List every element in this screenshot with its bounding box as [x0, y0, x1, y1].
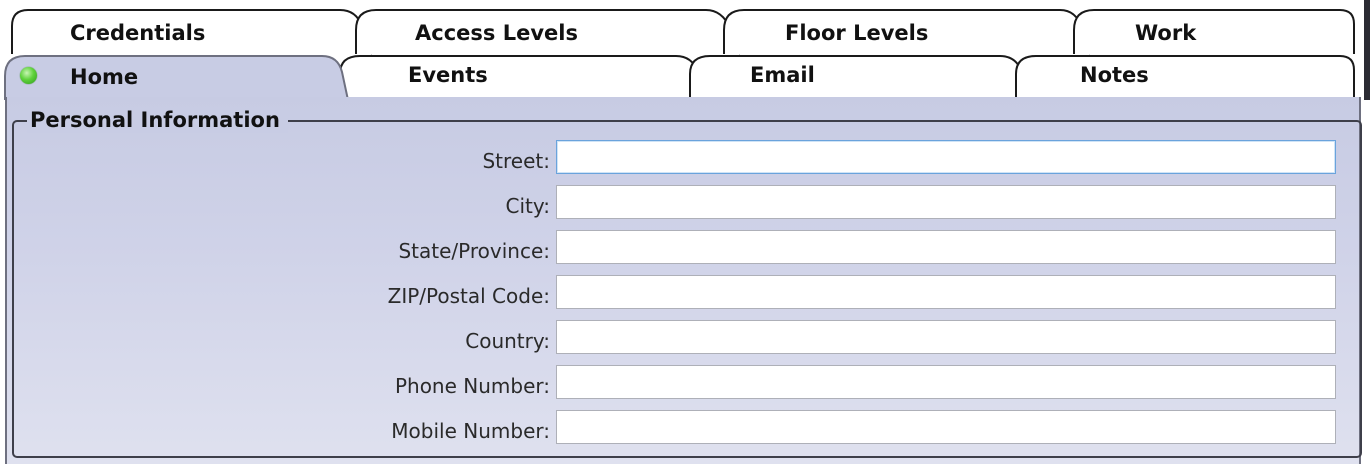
tab-shape-notes	[1015, 55, 1355, 97]
tab-home[interactable]: Home	[70, 64, 138, 90]
tab-shape-work	[1073, 9, 1355, 54]
mobile-number-label: Mobile Number:	[391, 419, 550, 443]
phone-number-input[interactable]	[556, 365, 1336, 399]
tab-shape-email	[689, 55, 1031, 98]
personal-information-title: Personal Information	[27, 107, 288, 133]
tab-shape-home	[4, 55, 350, 100]
tab-access-levels[interactable]: Access Levels	[415, 20, 578, 46]
street-label: Street:	[482, 149, 550, 173]
tab-shapes	[4, 0, 1370, 100]
street-input[interactable]	[556, 140, 1336, 174]
phone-number-label: Phone Number:	[394, 374, 550, 398]
zip-postal-code-input[interactable]	[556, 275, 1336, 309]
city-input[interactable]	[556, 185, 1336, 219]
tab-credentials[interactable]: Credentials	[70, 20, 205, 46]
tab-notes[interactable]: Notes	[1080, 62, 1149, 88]
tab-floor-levels[interactable]: Floor Levels	[785, 20, 928, 46]
green-status-dot-icon	[20, 67, 37, 84]
zip-postal-code-label: ZIP/Postal Code:	[387, 284, 550, 308]
tab-strip: Credentials Access Levels Floor Levels W…	[0, 0, 1370, 100]
tab-email[interactable]: Email	[750, 62, 815, 88]
tab-work[interactable]: Work	[1135, 20, 1196, 46]
mobile-number-input[interactable]	[556, 410, 1336, 444]
state-province-label: State/Province:	[398, 239, 550, 263]
state-province-input[interactable]	[556, 230, 1336, 264]
city-label: City:	[505, 194, 550, 218]
tab-shape-events	[339, 55, 707, 98]
country-label: Country:	[465, 329, 550, 353]
country-input[interactable]	[556, 320, 1336, 354]
tab-events[interactable]: Events	[408, 62, 488, 88]
